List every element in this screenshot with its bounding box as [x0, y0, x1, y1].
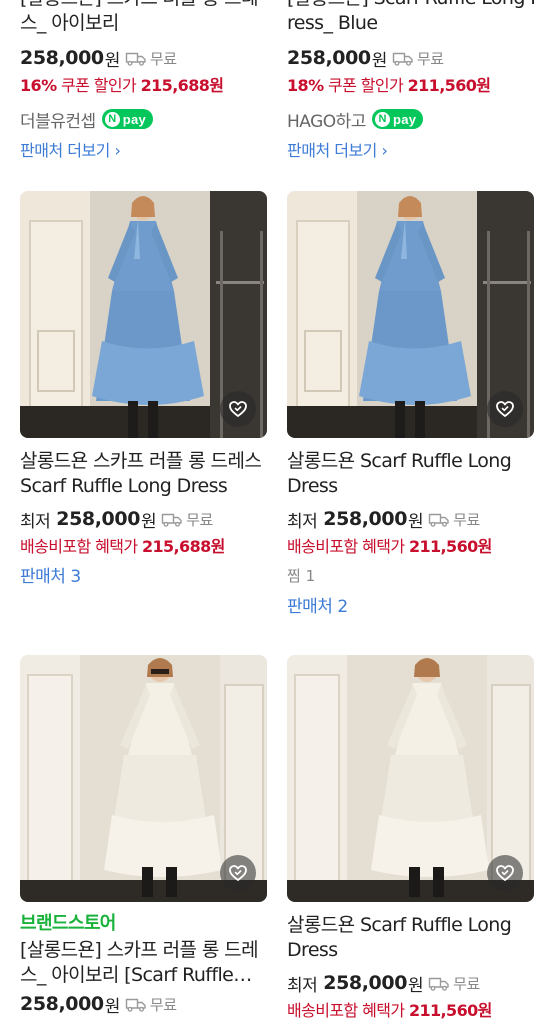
currency-unit: 원 — [371, 50, 388, 71]
currency-unit: 원 — [104, 50, 121, 71]
mall-name[interactable]: 더블유컨셉 — [20, 107, 96, 132]
discount-label: 쿠폰 할인가 — [328, 76, 404, 95]
benefit-price-row: 배송비포함 혜택가 211,560원 — [287, 534, 534, 560]
favorite-button[interactable] — [220, 855, 256, 891]
shipping-free: 무료 — [149, 49, 177, 68]
price: 258,000 — [20, 993, 104, 1015]
discount-price: 215,688원 — [140, 76, 224, 95]
more-sellers-link[interactable]: 판매처 더보기 › — [287, 137, 534, 161]
price: 258,000 — [56, 508, 141, 530]
benefit-price: 211,560원 — [408, 1001, 492, 1020]
benefit-price-row: 배송비포함 혜택가 215,688원 — [20, 534, 267, 560]
lowest-label: 최저 — [20, 511, 51, 532]
benefit-label: 배송비포함 혜택가 — [20, 537, 138, 556]
mall-row: HAGO하고 N pay — [287, 107, 534, 132]
benefit-price: 211,560원 — [408, 537, 492, 556]
product-image[interactable] — [287, 655, 534, 902]
discount-price: 211,560원 — [407, 76, 491, 95]
brand-store-badge: 브랜드스토어 — [20, 913, 116, 934]
product-title-line1[interactable]: [살롱드욘] Scarf Ruffle Long D — [287, 0, 534, 11]
seller-count-link[interactable]: 판매처 2 — [287, 594, 534, 620]
discount-percent: 16% — [20, 76, 57, 95]
npay-badge: N pay — [371, 109, 424, 129]
price-row: 258,000 원 무료 — [20, 44, 267, 72]
price-row: 258,000 원 무료 — [287, 44, 534, 72]
truck-icon — [161, 512, 183, 527]
product-image[interactable] — [20, 191, 267, 438]
currency-unit: 원 — [104, 996, 121, 1017]
shipping-free: 무료 — [186, 510, 213, 529]
truck-icon — [125, 51, 147, 66]
product-card[interactable]: [살롱드욘] Scarf Ruffle Long D ress_ Blue 25… — [287, 0, 534, 161]
product-grid: [살롱드욘] 스카프 러플 롱 드레 스_ 아이보리 258,000 원 무료 … — [0, 0, 554, 1024]
heart-icon — [229, 865, 247, 881]
naver-n-icon: N — [104, 111, 120, 127]
discount-label: 쿠폰 할인가 — [61, 76, 137, 95]
product-card[interactable]: 살롱드욘 Scarf Ruffle Long Dress 최저 258,000 … — [287, 191, 534, 620]
heart-icon — [229, 401, 247, 417]
coupon-discount: 16% 쿠폰 할인가 215,688원 — [20, 73, 267, 99]
price: 258,000 — [323, 508, 408, 530]
product-card[interactable]: 브랜드스토어 [살롱드욘] 스카프 러플 롱 드레스_ 아이보리 [Scarf … — [20, 655, 267, 1018]
product-card[interactable]: 살롱드욘 Scarf Ruffle Long Dress 최저 258,000 … — [287, 655, 534, 1024]
product-title-line2[interactable]: ress_ Blue — [287, 11, 534, 36]
price: 258,000 — [20, 47, 104, 69]
price-row: 258,000 원 무료 — [20, 990, 267, 1018]
seller-count-link[interactable]: 판매처 3 — [20, 564, 267, 590]
shipping-free: 무료 — [416, 49, 444, 68]
currency-unit: 원 — [408, 975, 424, 996]
product-image[interactable] — [20, 655, 267, 902]
product-title[interactable]: 살롱드욘 Scarf Ruffle Long Dress — [287, 913, 534, 963]
product-title[interactable]: [살롱드욘] 스카프 러플 롱 드레스_ 아이보리 [Scarf Ruffle … — [20, 938, 267, 988]
heart-icon — [496, 401, 514, 417]
shipping-free: 무료 — [453, 974, 480, 993]
mall-name[interactable]: HAGO하고 — [287, 107, 366, 132]
truck-icon — [392, 51, 414, 66]
favorite-button[interactable] — [487, 855, 523, 891]
chevron-right-icon: › — [109, 141, 121, 160]
npay-label: pay — [392, 111, 417, 127]
price-row: 최저 258,000 원 무료 — [287, 505, 534, 533]
price-row: 최저 258,000 원 무료 — [20, 505, 267, 533]
chevron-right-icon: › — [376, 141, 388, 160]
benefit-price-row: 배송비포함 혜택가 211,560원 — [287, 998, 534, 1024]
price: 258,000 — [287, 47, 371, 69]
coupon-discount: 18% 쿠폰 할인가 211,560원 — [287, 73, 534, 99]
npay-label: pay — [122, 111, 147, 127]
more-sellers-label: 판매처 더보기 — [20, 141, 110, 160]
product-image[interactable] — [287, 191, 534, 438]
truck-icon — [428, 512, 450, 527]
benefit-label: 배송비포함 혜택가 — [287, 537, 405, 556]
mall-row: 더블유컨셉 N pay — [20, 107, 267, 132]
product-title-line2[interactable]: 스_ 아이보리 — [20, 11, 267, 36]
favorite-button[interactable] — [487, 391, 523, 427]
favorite-button[interactable] — [220, 391, 256, 427]
shipping-free: 무료 — [453, 510, 480, 529]
benefit-price: 215,688원 — [141, 537, 225, 556]
more-sellers-link[interactable]: 판매처 더보기 › — [20, 137, 267, 161]
more-sellers-label: 판매처 더보기 — [287, 141, 377, 160]
product-title[interactable]: 살롱드욘 Scarf Ruffle Long Dress — [287, 449, 534, 499]
lowest-label: 최저 — [287, 975, 318, 996]
product-card[interactable]: [살롱드욘] 스카프 러플 롱 드레 스_ 아이보리 258,000 원 무료 … — [20, 0, 267, 161]
npay-badge: N pay — [101, 109, 154, 129]
currency-unit: 원 — [141, 511, 157, 532]
benefit-label: 배송비포함 혜택가 — [287, 1001, 405, 1020]
product-title[interactable]: 살롱드욘 스카프 러플 롱 드레스 Scarf Ruffle Long Dres… — [20, 449, 267, 499]
truck-icon — [125, 997, 147, 1012]
lowest-label: 최저 — [287, 511, 318, 532]
shipping-free: 무료 — [149, 995, 177, 1014]
product-card[interactable]: 살롱드욘 스카프 러플 롱 드레스 Scarf Ruffle Long Dres… — [20, 191, 267, 590]
truck-icon — [428, 976, 450, 991]
heart-icon — [496, 865, 514, 881]
price-row: 최저 258,000 원 무료 — [287, 969, 534, 997]
price: 258,000 — [323, 972, 408, 994]
discount-percent: 18% — [287, 76, 324, 95]
currency-unit: 원 — [408, 511, 424, 532]
favorite-count: 찜 1 — [287, 567, 316, 585]
product-title-line1[interactable]: [살롱드욘] 스카프 러플 롱 드레 — [20, 0, 267, 11]
naver-n-icon: N — [374, 111, 390, 127]
